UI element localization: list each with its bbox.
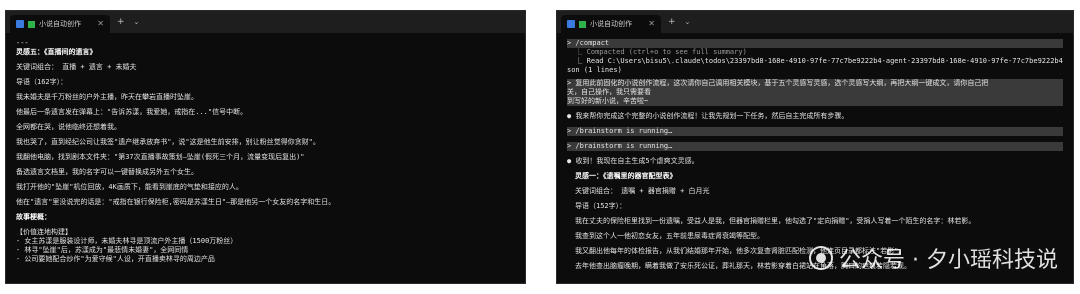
keywords-line: 关键词组合： 直播 + 遗言 + 未婚夫 (16, 63, 137, 71)
intro-label: 导语（162字）： (16, 78, 68, 86)
story-line: 我查到这个人一他初恋女友，五年前患尿毒症肾衰竭等配型。 (575, 232, 764, 240)
story-line: 我也哭了，直到经纪公司让我签"遗产继承放弃书"，说"这是他生前安排，别让粉丝觉得… (16, 138, 320, 146)
story-line: 全网都在哭，说他临终还想着我。 (16, 123, 121, 131)
terminal-app-icon (16, 20, 24, 28)
story-line: 他最后一条遗言发在弹幕上："告诉苏漾，我爱她，戒指在..."信号中断。 (16, 108, 248, 116)
watermark-text: 公众号 · 夕小瑶科技说 (839, 248, 1058, 273)
assistant-reply-text: 收到！我现在自主生成5个虐爽文灵感。 (575, 157, 699, 165)
assistant-reply: ● 我来帮你完成这个完整的小说创作流程！让我先规划一下任务，然后自主完成所有步骤… (567, 112, 1063, 121)
left-titlebar: 小说自动创作 ✕ + ⌄ (6, 11, 525, 33)
inspiration-title: 灵感一：《遗嘱里的器官配型表》 (575, 172, 677, 180)
terminal-app-icon (567, 20, 575, 28)
intro-label: 导语（152字）： (575, 202, 627, 210)
story-line: 我在丈夫的保险柜里找到一份遗嘱，受益人是我，但器官捐赠栏里，他勾选了"定向捐赠"… (575, 217, 976, 225)
right-terminal-output: > /compact ⎿ Compacted (ctrl+o to see fu… (557, 33, 1073, 271)
story-line: 我打开他的"坠崖"机位回放，4K画质下，能看到崖底的气垫和接应的人。 (16, 183, 243, 191)
right-tab-title: 小说自动创作 (590, 20, 632, 28)
assistant-reply: ● 收到！我现在自主生成5个虐爽文灵感。 (567, 157, 1063, 166)
close-tab-icon[interactable]: ✕ (648, 20, 655, 28)
list-item: - 林寻"坠崖"后，苏漾成为"最悲情未婚妻"，全网同情 (16, 246, 189, 254)
story-line: 备选遗言文档里，我的名字可以一键替换成另外五个女生。 (16, 168, 198, 176)
keywords-line: 关键词组合： 遗嘱 + 器官捐赠 + 白月光 (575, 187, 710, 195)
left-tab-title: 小说自动创作 (39, 20, 81, 28)
brainstorm-status: > /brainstorm is running… (567, 127, 1063, 136)
list-item: - 女主苏漾是服装设计师，未婚夫林寻是顶流户外主播（1500万粉丝） (16, 237, 238, 245)
inspiration-title: 灵感五：《直播间的遗言》 (16, 48, 97, 56)
right-tab[interactable]: 小说自动创作 ✕ (561, 15, 661, 33)
close-tab-icon[interactable]: ✕ (97, 20, 104, 28)
left-tab[interactable]: 小说自动创作 ✕ (10, 15, 110, 33)
wechat-logo-icon (809, 246, 834, 270)
compact-info: ⎿ Compacted (ctrl+o to see full summary) (567, 48, 747, 56)
user-prompt: 关，自己操作，我只需要看 (567, 88, 1063, 97)
assistant-reply-text: 我来帮你完成这个完整的小说创作流程！让我先规划一下任务，然后自主完成所有步骤。 (575, 112, 849, 120)
right-titlebar: 小说自动创作 ✕ + ⌄ (557, 11, 1073, 33)
story-line: 我未婚夫是千万粉丝的户外主播，昨天在攀岩直播时坠崖。 (16, 93, 198, 101)
chevron-down-icon[interactable]: ⌄ (132, 18, 142, 26)
story-line: 他在"遗言"里没说完的话是："戒指在银行保险柜,密码是苏漾生日"—那是他另一个女… (16, 198, 336, 206)
compact-read-path: ⎿ Read C:\Users\bisu5\.claude\todos\2339… (567, 57, 1063, 65)
watermark: 公众号 · 夕小瑶科技说 (809, 242, 1058, 274)
list-item: - 公司要她配合炒作"为爱守候"人设，开直播卖林寻的周边产品 (16, 255, 215, 263)
left-terminal-output: --- 灵感五：《直播间的遗言》 关键词组合： 直播 + 遗言 + 未婚夫 导语… (6, 33, 525, 264)
left-terminal-window: 小说自动创作 ✕ + ⌄ --- 灵感五：《直播间的遗言》 关键词组合： 直播 … (5, 10, 526, 284)
user-prompt: > 复用此前固化的小说创作流程，这次请你自己调用相关模块，基于五个灵感写灵感，选… (567, 79, 1063, 88)
output-line: --- (16, 39, 29, 47)
compact-command: > /compact (567, 39, 1063, 48)
new-tab-button[interactable]: + (665, 17, 679, 27)
synopsis-heading: 故事梗概： (16, 213, 51, 221)
shell-icon (579, 20, 586, 28)
compact-read-path-cont: son (1 lines) (567, 66, 622, 74)
brainstorm-status: > /brainstorm is running… (567, 142, 1063, 151)
chevron-down-icon[interactable]: ⌄ (683, 18, 693, 26)
new-tab-button[interactable]: + (114, 17, 128, 27)
user-prompt: 到写好的新小说，辛苦啦~ (567, 97, 1063, 106)
section-heading: 【价值连地构建】 (16, 228, 72, 236)
story-line: 我翻他电脑，找到剧本文件夹："第37次直播事故策划—坠崖(假死三个月，流量变现后… (16, 153, 305, 161)
shell-icon (28, 20, 35, 28)
